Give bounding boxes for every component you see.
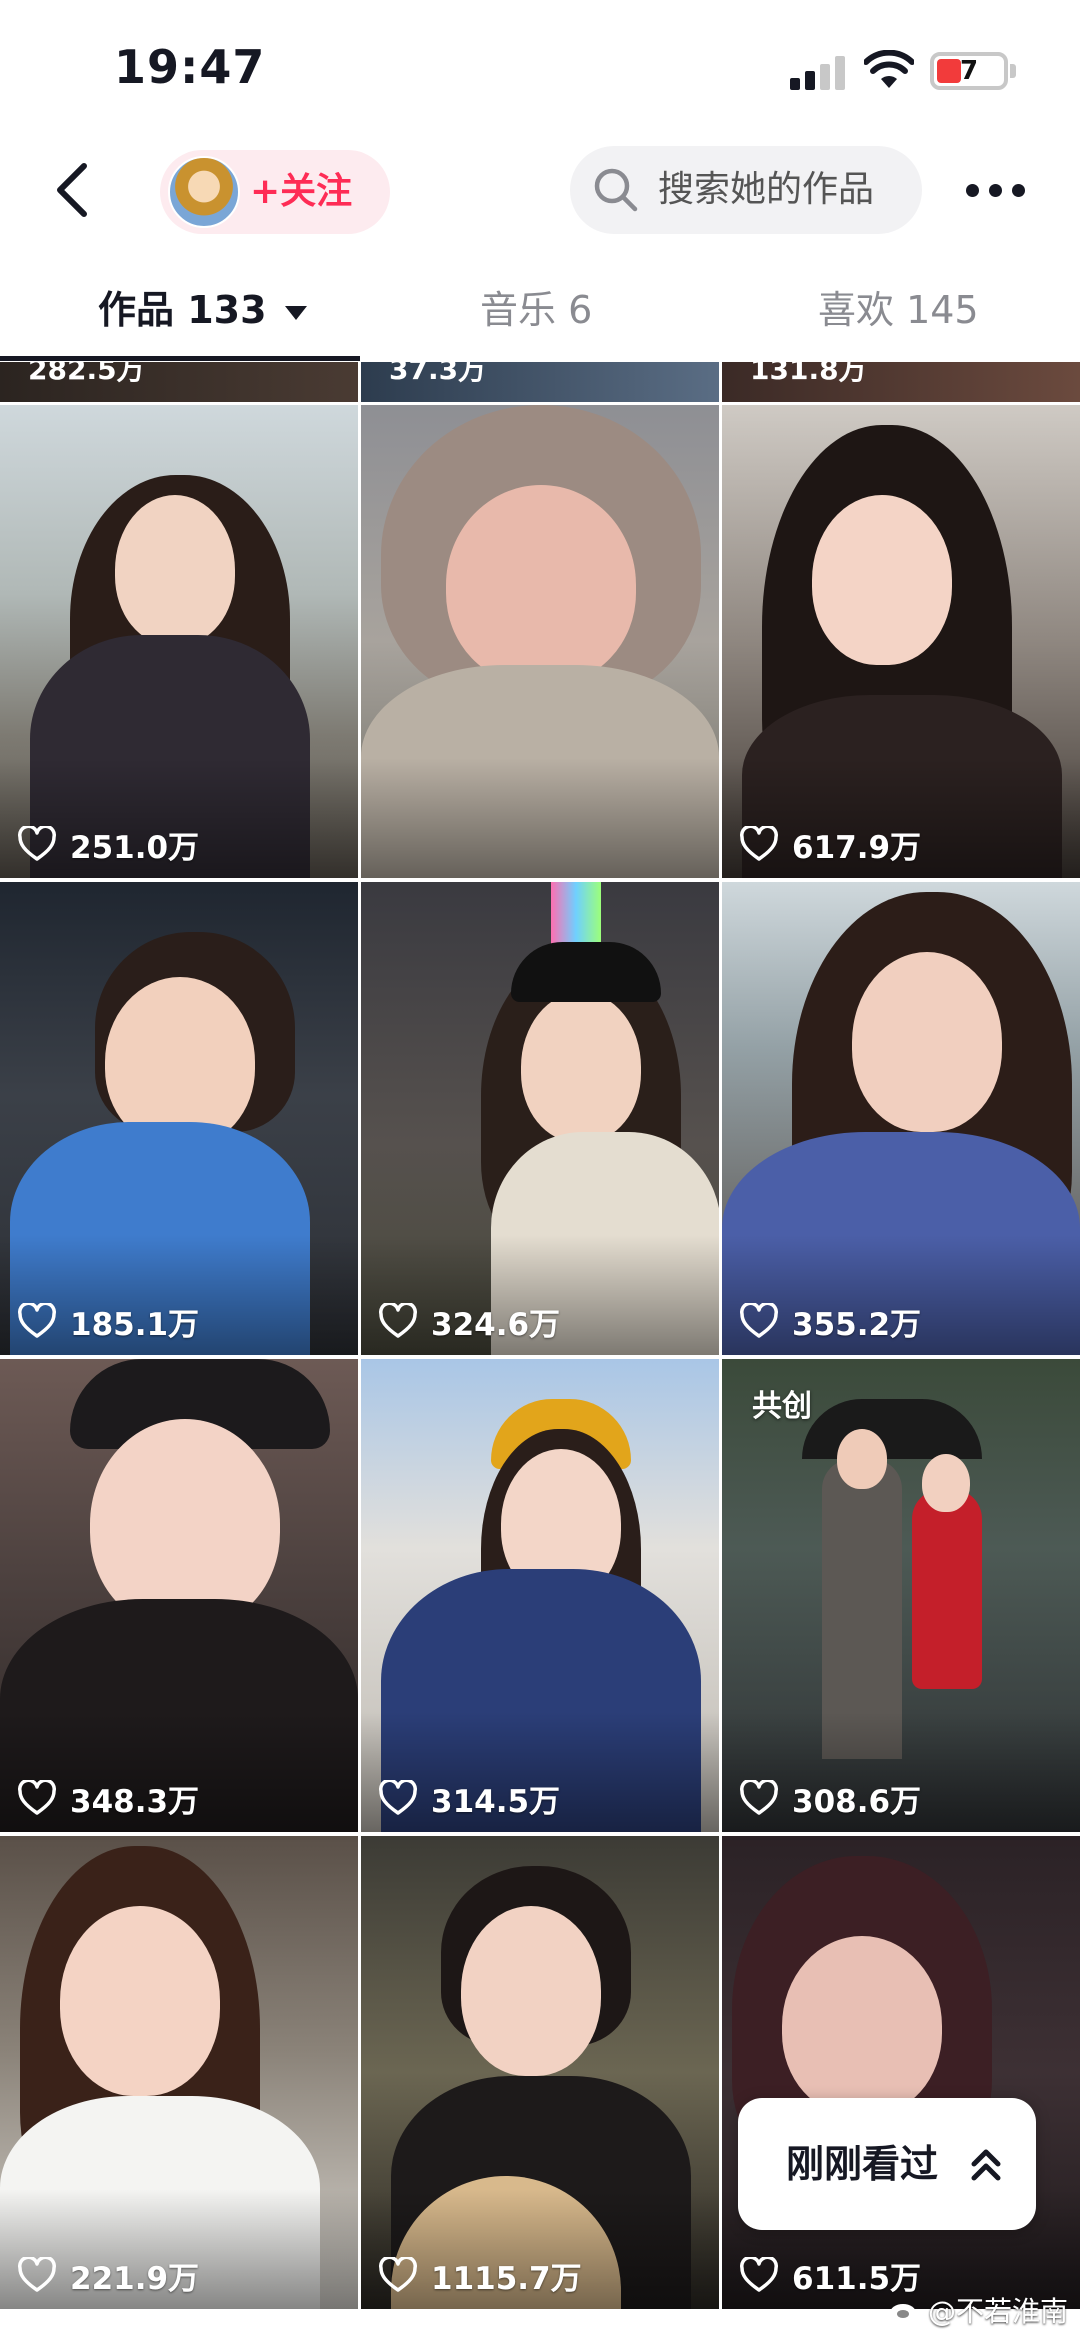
video-tile[interactable]: 共创 308.6万 (722, 1359, 1080, 1832)
video-tile[interactable]: 348.3万 (0, 1359, 358, 1832)
tab-works-label: 作品 133 (98, 288, 267, 332)
video-tile[interactable]: 221.9万 (0, 1836, 358, 2309)
heart-icon (18, 1303, 56, 1338)
tab-works[interactable]: 作品 133 (98, 270, 307, 350)
heart-icon (740, 1303, 778, 1338)
battery-percent: 7 (959, 56, 979, 86)
watermark: @不若淮南 (888, 2290, 1068, 2330)
avatar[interactable] (168, 156, 240, 228)
like-count: 324.6万 (379, 1301, 561, 1343)
back-icon[interactable] (48, 158, 98, 222)
like-count: 355.2万 (740, 1301, 922, 1343)
peek-likes: 131.8万 (750, 362, 867, 386)
watermark-text: @不若淮南 (928, 2295, 1069, 2328)
like-count: 251.0万 (18, 824, 200, 866)
like-count: 617.9万 (740, 824, 922, 866)
like-count: 348.3万 (18, 1778, 200, 1820)
signal-icon (790, 56, 845, 90)
heart-icon (379, 1303, 417, 1338)
search-input[interactable]: 搜索她的作品 (570, 146, 922, 234)
video-tile[interactable]: 1115.7万 (361, 1836, 719, 2309)
caret-down-icon (284, 305, 307, 320)
chevron-up-icon (971, 2149, 1001, 2181)
weibo-icon (890, 2304, 916, 2322)
like-count-text: 324.6万 (431, 1306, 561, 1343)
heart-icon (740, 1780, 778, 1815)
like-count-text: 308.6万 (792, 1783, 922, 1820)
status-time: 19:47 (114, 40, 266, 94)
wifi-icon (864, 50, 914, 88)
heart-icon (379, 2257, 417, 2292)
like-count-text: 617.9万 (792, 829, 922, 866)
search-icon (594, 168, 638, 212)
follow-button[interactable]: +关注 (160, 150, 390, 234)
search-placeholder: 搜索她的作品 (658, 169, 875, 210)
peek-likes: 37.3万 (389, 362, 487, 386)
battery-indicator: 7 (930, 52, 1008, 90)
heart-icon (18, 1780, 56, 1815)
profile-tabs: 作品 133 音乐 6 喜欢 145 (0, 260, 1080, 360)
tab-music[interactable]: 音乐 6 (480, 270, 592, 350)
battery-cap (1010, 64, 1016, 78)
heart-icon (379, 1780, 417, 1815)
peek-likes: 282.5万 (28, 362, 145, 386)
video-tile[interactable] (361, 405, 719, 878)
like-count-text: 251.0万 (70, 829, 200, 866)
like-count-text: 355.2万 (792, 1306, 922, 1343)
video-tile[interactable]: 611.5万 (722, 1836, 1080, 2309)
video-tile[interactable]: 324.6万 (361, 882, 719, 1355)
like-count-text: 185.1万 (70, 1306, 200, 1343)
recently-viewed-label: 刚刚看过 (786, 2142, 939, 2186)
like-count: 314.5万 (379, 1778, 561, 1820)
video-tile[interactable]: 355.2万 (722, 882, 1080, 1355)
follow-label: +关注 (250, 171, 353, 212)
tab-likes[interactable]: 喜欢 145 (818, 270, 979, 350)
heart-icon (740, 826, 778, 861)
like-count-text: 221.9万 (70, 2260, 200, 2297)
like-count: 221.9万 (18, 2255, 200, 2297)
like-count: 1115.7万 (379, 2255, 582, 2297)
video-tile[interactable]: 251.0万 (0, 405, 358, 878)
like-count: 185.1万 (18, 1301, 200, 1343)
peek-tile[interactable]: 131.8万 (722, 362, 1080, 402)
recently-viewed-button[interactable]: 刚刚看过 (738, 2098, 1036, 2230)
like-count-text: 1115.7万 (431, 2260, 582, 2297)
video-tile[interactable]: 185.1万 (0, 882, 358, 1355)
like-count-text: 348.3万 (70, 1783, 200, 1820)
like-count: 611.5万 (740, 2255, 921, 2297)
profile-page: 19:47 7 +关注 搜索她的作品 作品 133 音乐 6 喜欢 145 28… (0, 0, 1080, 2337)
peek-tile[interactable]: 282.5万 (0, 362, 358, 402)
cocreate-badge: 共创 (752, 1389, 812, 1424)
active-tab-indicator (0, 356, 360, 361)
works-grid: 282.5万 37.3万 131.8万 251.0万 617.9万 185.1万… (0, 362, 1080, 2337)
like-count: 308.6万 (740, 1778, 922, 1820)
more-icon[interactable] (966, 184, 1026, 198)
heart-icon (740, 2257, 778, 2292)
peek-tile[interactable]: 37.3万 (361, 362, 719, 402)
heart-icon (18, 826, 56, 861)
heart-icon (18, 2257, 56, 2292)
status-bar: 19:47 7 (0, 0, 1080, 140)
video-tile[interactable]: 314.5万 (361, 1359, 719, 1832)
like-count-text: 314.5万 (431, 1783, 561, 1820)
video-tile[interactable]: 617.9万 (722, 405, 1080, 878)
